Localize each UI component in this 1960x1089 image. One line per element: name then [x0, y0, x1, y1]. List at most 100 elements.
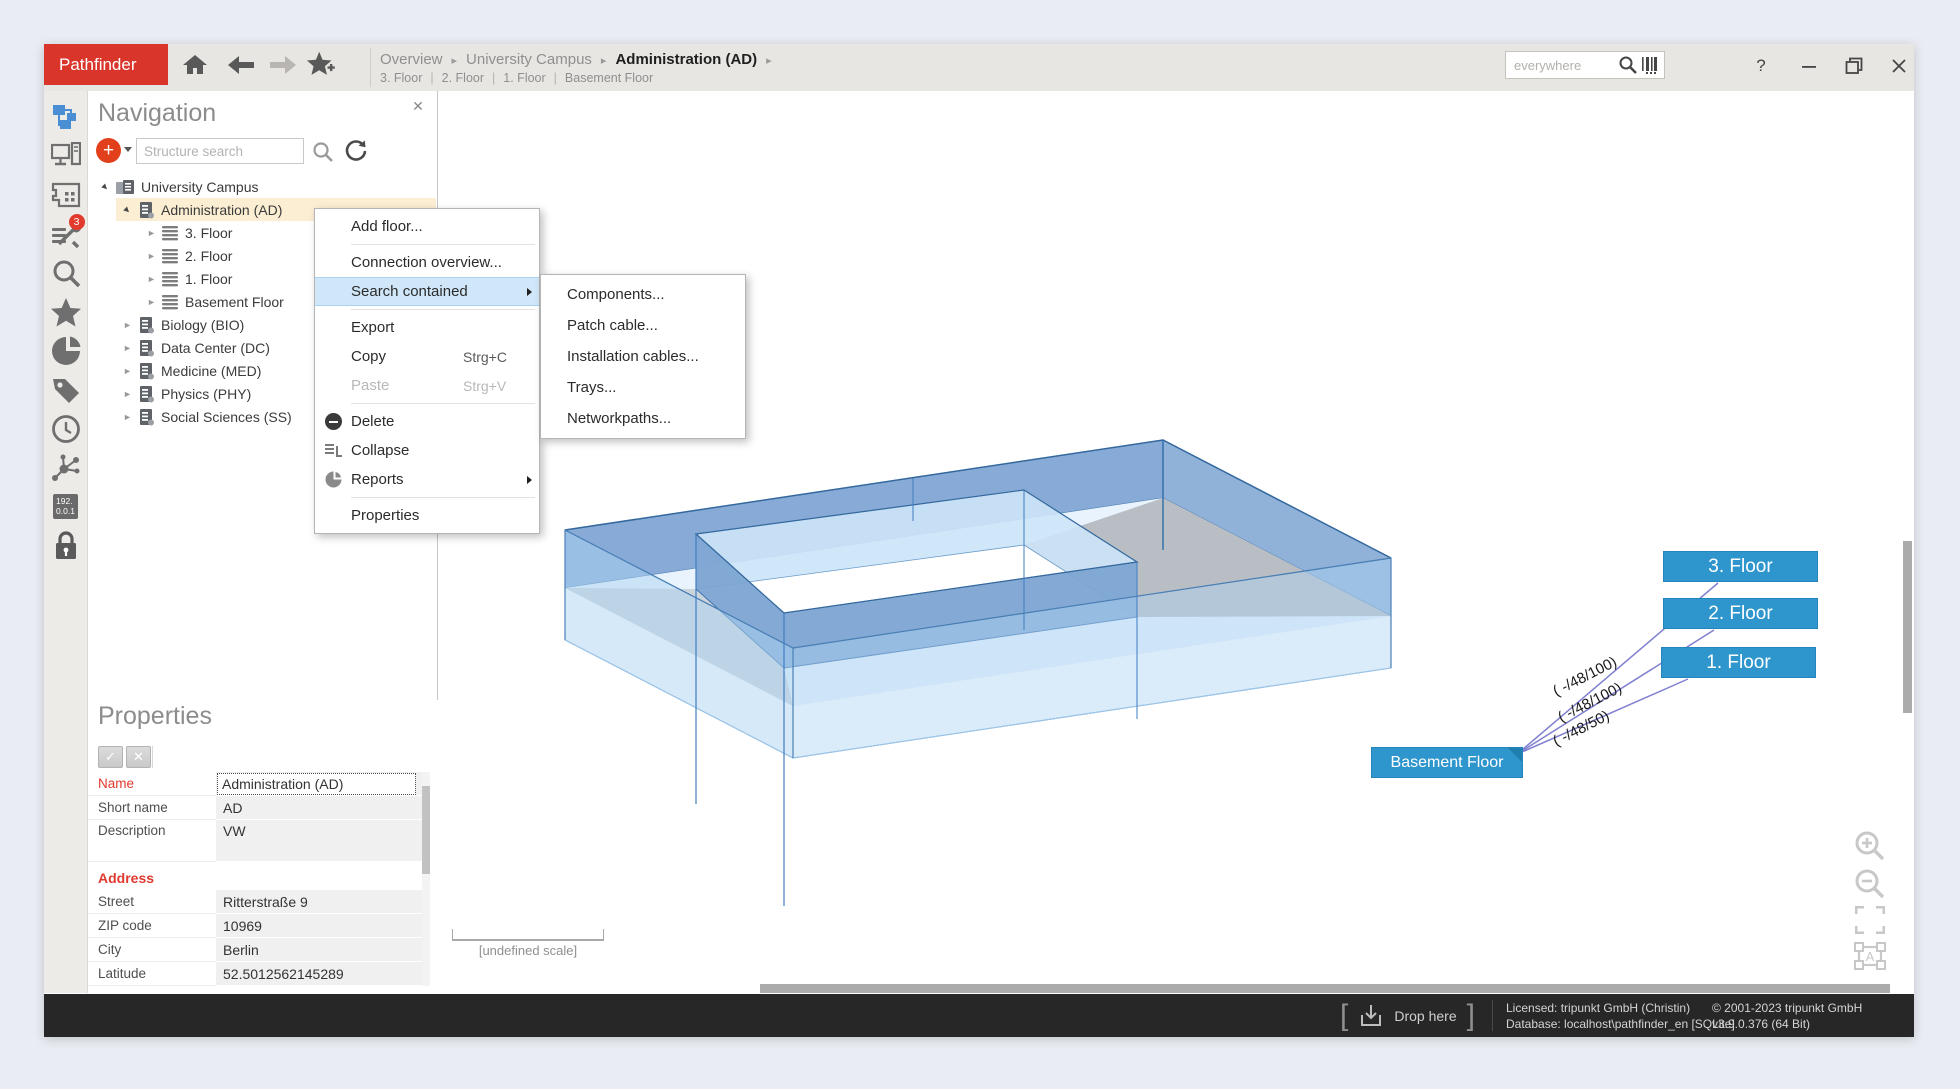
expander-expanded-icon[interactable]: ►: [98, 182, 113, 192]
discard-button[interactable]: ✕: [126, 746, 151, 768]
floor-label-basement[interactable]: Basement Floor: [1371, 747, 1523, 778]
tree-item-university-campus[interactable]: ► University Campus: [88, 175, 436, 198]
module-sidebar: 3: [44, 91, 88, 993]
drop-zone[interactable]: Drop here: [1340, 994, 1475, 1037]
zoom-out-button[interactable]: [1852, 866, 1888, 902]
expander-collapsed-icon[interactable]: ►: [144, 251, 159, 261]
sidebar-item-history[interactable]: [44, 409, 88, 448]
sidebar-item-favorites[interactable]: [44, 292, 88, 331]
horizontal-scrollbar[interactable]: [760, 984, 1890, 993]
sidebar-item-workstations[interactable]: [44, 136, 88, 175]
expander-collapsed-icon[interactable]: ►: [120, 412, 135, 422]
structure-search: [136, 138, 304, 164]
street-field[interactable]: Ritterstraße 9: [216, 890, 422, 914]
star-plus-icon: [306, 50, 340, 80]
scale-label: [undefined scale]: [438, 943, 618, 958]
floor-label-3[interactable]: 3. Floor: [1663, 551, 1818, 582]
breadcrumb-floor-2[interactable]: 2. Floor: [442, 71, 504, 85]
sidebar-item-reports[interactable]: [44, 331, 88, 370]
apply-button[interactable]: ✓: [98, 746, 123, 768]
home-button[interactable]: [178, 50, 212, 80]
scale-bar: [452, 929, 604, 941]
menu-item-paste[interactable]: Paste Strg+V: [315, 371, 539, 400]
name-field[interactable]: [217, 773, 416, 795]
refresh-button[interactable]: [344, 139, 368, 168]
minimize-button[interactable]: [1791, 52, 1827, 80]
floor-label-2[interactable]: 2. Floor: [1663, 598, 1818, 629]
menu-item-delete[interactable]: Delete: [315, 407, 539, 436]
collapse-icon: [324, 443, 342, 459]
menu-item-collapse[interactable]: Collapse: [315, 436, 539, 465]
expander-collapsed-icon[interactable]: ►: [120, 320, 135, 330]
pie-chart-icon: [325, 471, 342, 488]
breadcrumb-campus[interactable]: University Campus: [466, 51, 615, 68]
expander-collapsed-icon[interactable]: ►: [144, 228, 159, 238]
label-select-button[interactable]: A: [1852, 938, 1888, 974]
expander-collapsed-icon[interactable]: ►: [144, 297, 159, 307]
zip-field[interactable]: 10969: [216, 914, 422, 938]
clock-icon: [51, 414, 81, 444]
sidebar-item-topology[interactable]: [44, 448, 88, 487]
barcode-scan-icon[interactable]: [1641, 55, 1661, 75]
menu-item-connection-overview[interactable]: Connection overview...: [315, 248, 539, 277]
sidebar-item-navigation[interactable]: [44, 97, 88, 136]
back-button[interactable]: [224, 50, 258, 80]
search-icon: [51, 258, 81, 288]
app-logo[interactable]: Pathfinder: [44, 44, 168, 85]
submenu-item-trays[interactable]: Trays...: [541, 372, 745, 403]
property-row-street: Street Ritterstraße 9: [88, 890, 422, 914]
menu-item-search-contained[interactable]: Search contained: [315, 277, 539, 306]
sidebar-item-security[interactable]: [44, 526, 88, 565]
breadcrumb-floor-1[interactable]: 1. Floor: [503, 71, 565, 85]
sidebar-item-floorplans[interactable]: [44, 175, 88, 214]
fit-view-button[interactable]: [1852, 902, 1888, 938]
menu-item-export[interactable]: Export: [315, 313, 539, 342]
structure-search-input[interactable]: [137, 139, 303, 163]
city-field[interactable]: Berlin: [216, 938, 422, 962]
expander-collapsed-icon[interactable]: ►: [144, 274, 159, 284]
global-search-input[interactable]: [1506, 57, 1618, 74]
floor-label-1[interactable]: 1. Floor: [1661, 647, 1816, 678]
expander-collapsed-icon[interactable]: ►: [120, 389, 135, 399]
search-icon[interactable]: [1618, 55, 1638, 75]
zoom-in-button[interactable]: [1852, 828, 1888, 864]
description-field[interactable]: VW: [216, 820, 422, 862]
sidebar-item-search[interactable]: [44, 253, 88, 292]
navigation-close-icon[interactable]: ✕: [408, 96, 428, 116]
map-view[interactable]: 3. Floor 2. Floor 1. Floor Basement Floo…: [438, 91, 1914, 994]
submenu-item-networkpaths[interactable]: Networkpaths...: [541, 403, 745, 434]
breadcrumb-floor-3[interactable]: 3. Floor: [380, 71, 442, 85]
menu-item-copy[interactable]: Copy Strg+C: [315, 342, 539, 371]
expander-collapsed-icon[interactable]: ►: [120, 343, 135, 353]
menu-item-add-floor[interactable]: Add floor...: [315, 212, 539, 241]
building-icon: [137, 362, 155, 380]
short-name-field[interactable]: AD: [216, 796, 422, 820]
property-row-short-name: Short name AD: [88, 796, 422, 820]
close-button[interactable]: [1881, 52, 1917, 80]
add-dropdown-caret[interactable]: [124, 147, 132, 152]
expander-expanded-icon[interactable]: ►: [120, 205, 135, 215]
breadcrumb-basement[interactable]: Basement Floor: [565, 71, 653, 85]
forward-button[interactable]: [266, 50, 300, 80]
breadcrumb-administration[interactable]: Administration (AD): [615, 51, 780, 68]
add-structure-button[interactable]: +: [96, 138, 121, 163]
sidebar-item-tags[interactable]: [44, 370, 88, 409]
structure-search-button[interactable]: [312, 141, 334, 168]
breadcrumb-overview[interactable]: Overview: [380, 51, 466, 68]
latitude-field[interactable]: 52.5012562145289: [216, 962, 422, 986]
refresh-icon: [344, 139, 368, 163]
menu-item-reports[interactable]: Reports: [315, 465, 539, 494]
restore-button[interactable]: [1836, 52, 1872, 80]
sidebar-item-components[interactable]: 3: [44, 214, 88, 253]
expander-collapsed-icon[interactable]: ►: [120, 366, 135, 376]
submenu-item-components[interactable]: Components...: [541, 279, 745, 310]
divider: [152, 746, 153, 768]
submenu-item-installation-cables[interactable]: Installation cables...: [541, 341, 745, 372]
add-favorite-button[interactable]: [306, 50, 340, 80]
menu-item-properties[interactable]: Properties: [315, 501, 539, 530]
sidebar-item-ip-addresses[interactable]: 192.0.0.1: [44, 487, 88, 526]
vertical-scrollbar[interactable]: [1903, 541, 1912, 713]
help-button[interactable]: ?: [1744, 52, 1778, 80]
submenu-item-patch-cable[interactable]: Patch cable...: [541, 310, 745, 341]
properties-scrollbar[interactable]: [422, 772, 430, 986]
